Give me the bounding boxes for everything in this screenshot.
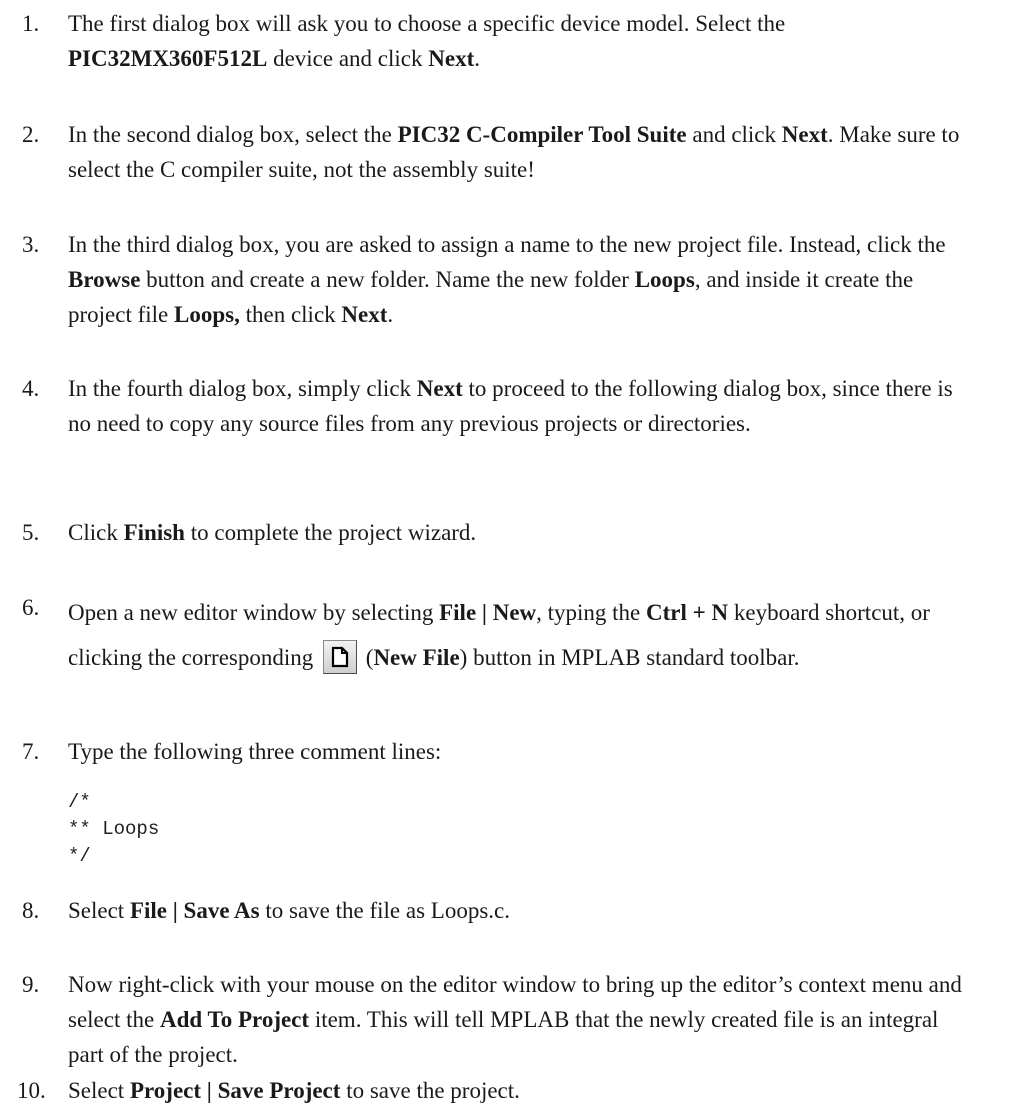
bold-term: File | Save As [129, 898, 260, 923]
bold-term: Browse [68, 267, 141, 292]
bold-term: Next [781, 122, 828, 147]
text-run: and click [686, 122, 782, 147]
text-run: to save the file as Loops.c. [259, 898, 510, 923]
text-run: ) button in MPLAB standard toolbar. [459, 645, 800, 670]
bold-term: Ctrl + N [646, 600, 729, 625]
text-run: The first dialog box will ask you to cho… [68, 11, 786, 36]
step-number: 10. [17, 1078, 46, 1103]
step-text: In the third dialog box, you are asked t… [68, 227, 973, 332]
bold-term: Next [416, 376, 463, 401]
text-run: Type the following three comment lines: [68, 739, 442, 764]
step-number: 9. [22, 972, 40, 997]
text-run: to save the project. [340, 1078, 520, 1103]
step-text: Click Finish to complete the project wiz… [68, 515, 973, 550]
bold-term: Project | Save Project [129, 1078, 341, 1103]
bold-term: New File [373, 645, 460, 670]
step-number: 3. [22, 232, 40, 257]
new-file-icon [323, 640, 358, 674]
text-run: Select [68, 1078, 130, 1103]
step-number: 7. [22, 739, 40, 764]
step-text: Open a new editor window by selecting Fi… [68, 590, 973, 680]
bold-term: Next [428, 46, 475, 71]
text-run: device and click [267, 46, 429, 71]
step-number: 6. [22, 595, 40, 620]
text-run: In the second dialog box, select the [68, 122, 398, 147]
step-number: 4. [22, 376, 40, 401]
text-run: In the fourth dialog box, simply click [68, 376, 417, 401]
text-run: . [474, 46, 480, 71]
code-block: /* ** Loops */ [68, 791, 160, 867]
instructions-document: 1. The first dialog box will ask you to … [0, 0, 1010, 1110]
bold-term: Add To Project [159, 1007, 310, 1032]
text-run: , typing the [536, 600, 647, 625]
step-text: Select Project | Save Project to save th… [68, 1073, 973, 1108]
step-number: 2. [22, 122, 40, 147]
bold-term: PIC32 C-Compiler Tool Suite [397, 122, 687, 147]
bold-term: Next [341, 302, 388, 327]
text-run: Select [68, 898, 130, 923]
text-run: Click [68, 520, 124, 545]
text-run: button and create a new folder. Name the… [140, 267, 635, 292]
text-run: In the third dialog box, you are asked t… [68, 232, 946, 257]
step-number: 5. [22, 520, 40, 545]
step-text: Now right-click with your mouse on the e… [68, 967, 973, 1072]
bold-term: File | New [439, 600, 537, 625]
text-run: . [387, 302, 394, 327]
bold-term: Loops [634, 267, 695, 292]
step-text: Select File | Save As to save the file a… [68, 893, 973, 928]
bold-term: PIC32MX360F512L [68, 46, 268, 71]
step-text: In the fourth dialog box, simply click N… [68, 371, 973, 441]
step-text: Type the following three comment lines: [68, 734, 973, 769]
text-run: Open a new editor window by selecting [68, 600, 440, 625]
step-number: 8. [22, 898, 40, 923]
bold-term: Loops, [174, 302, 240, 327]
text-run: to complete the project wizard. [184, 520, 477, 545]
step-text: In the second dialog box, select the PIC… [68, 117, 973, 187]
bold-term: Finish [123, 520, 185, 545]
text-run: then click [239, 302, 342, 327]
step-number: 1. [22, 11, 40, 36]
text-run: ( [360, 645, 374, 670]
step-text: The first dialog box will ask you to cho… [68, 6, 973, 76]
